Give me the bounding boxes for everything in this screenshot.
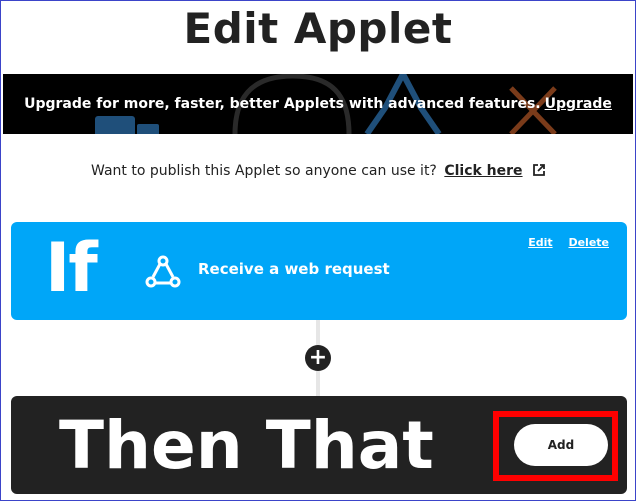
upgrade-link[interactable]: Upgrade xyxy=(545,96,612,112)
banner-text-row: Upgrade for more, faster, better Applets… xyxy=(3,74,633,134)
publish-prompt: Want to publish this Applet so anyone ca… xyxy=(91,163,437,179)
trigger-card[interactable]: If Receive a web request Edit Delete xyxy=(11,222,627,320)
trigger-label: Receive a web request xyxy=(198,260,390,278)
edit-trigger-link[interactable]: Edit xyxy=(528,236,552,249)
trigger-actions: Edit Delete xyxy=(516,236,609,249)
banner-message: Upgrade for more, faster, better Applets… xyxy=(24,96,541,112)
delete-trigger-link[interactable]: Delete xyxy=(568,236,609,249)
then-that-keyword: Then That xyxy=(59,407,434,484)
if-keyword: If xyxy=(45,229,98,308)
external-link-icon[interactable] xyxy=(533,164,545,176)
add-action-button[interactable]: Add xyxy=(514,424,608,466)
publish-link[interactable]: Click here xyxy=(444,163,522,179)
publish-row: Want to publish this Applet so anyone ca… xyxy=(0,163,636,179)
page-title: Edit Applet xyxy=(183,4,453,53)
webhook-icon xyxy=(145,255,181,288)
add-step-button[interactable]: + xyxy=(305,345,331,371)
upgrade-banner: Upgrade for more, faster, better Applets… xyxy=(3,74,633,134)
